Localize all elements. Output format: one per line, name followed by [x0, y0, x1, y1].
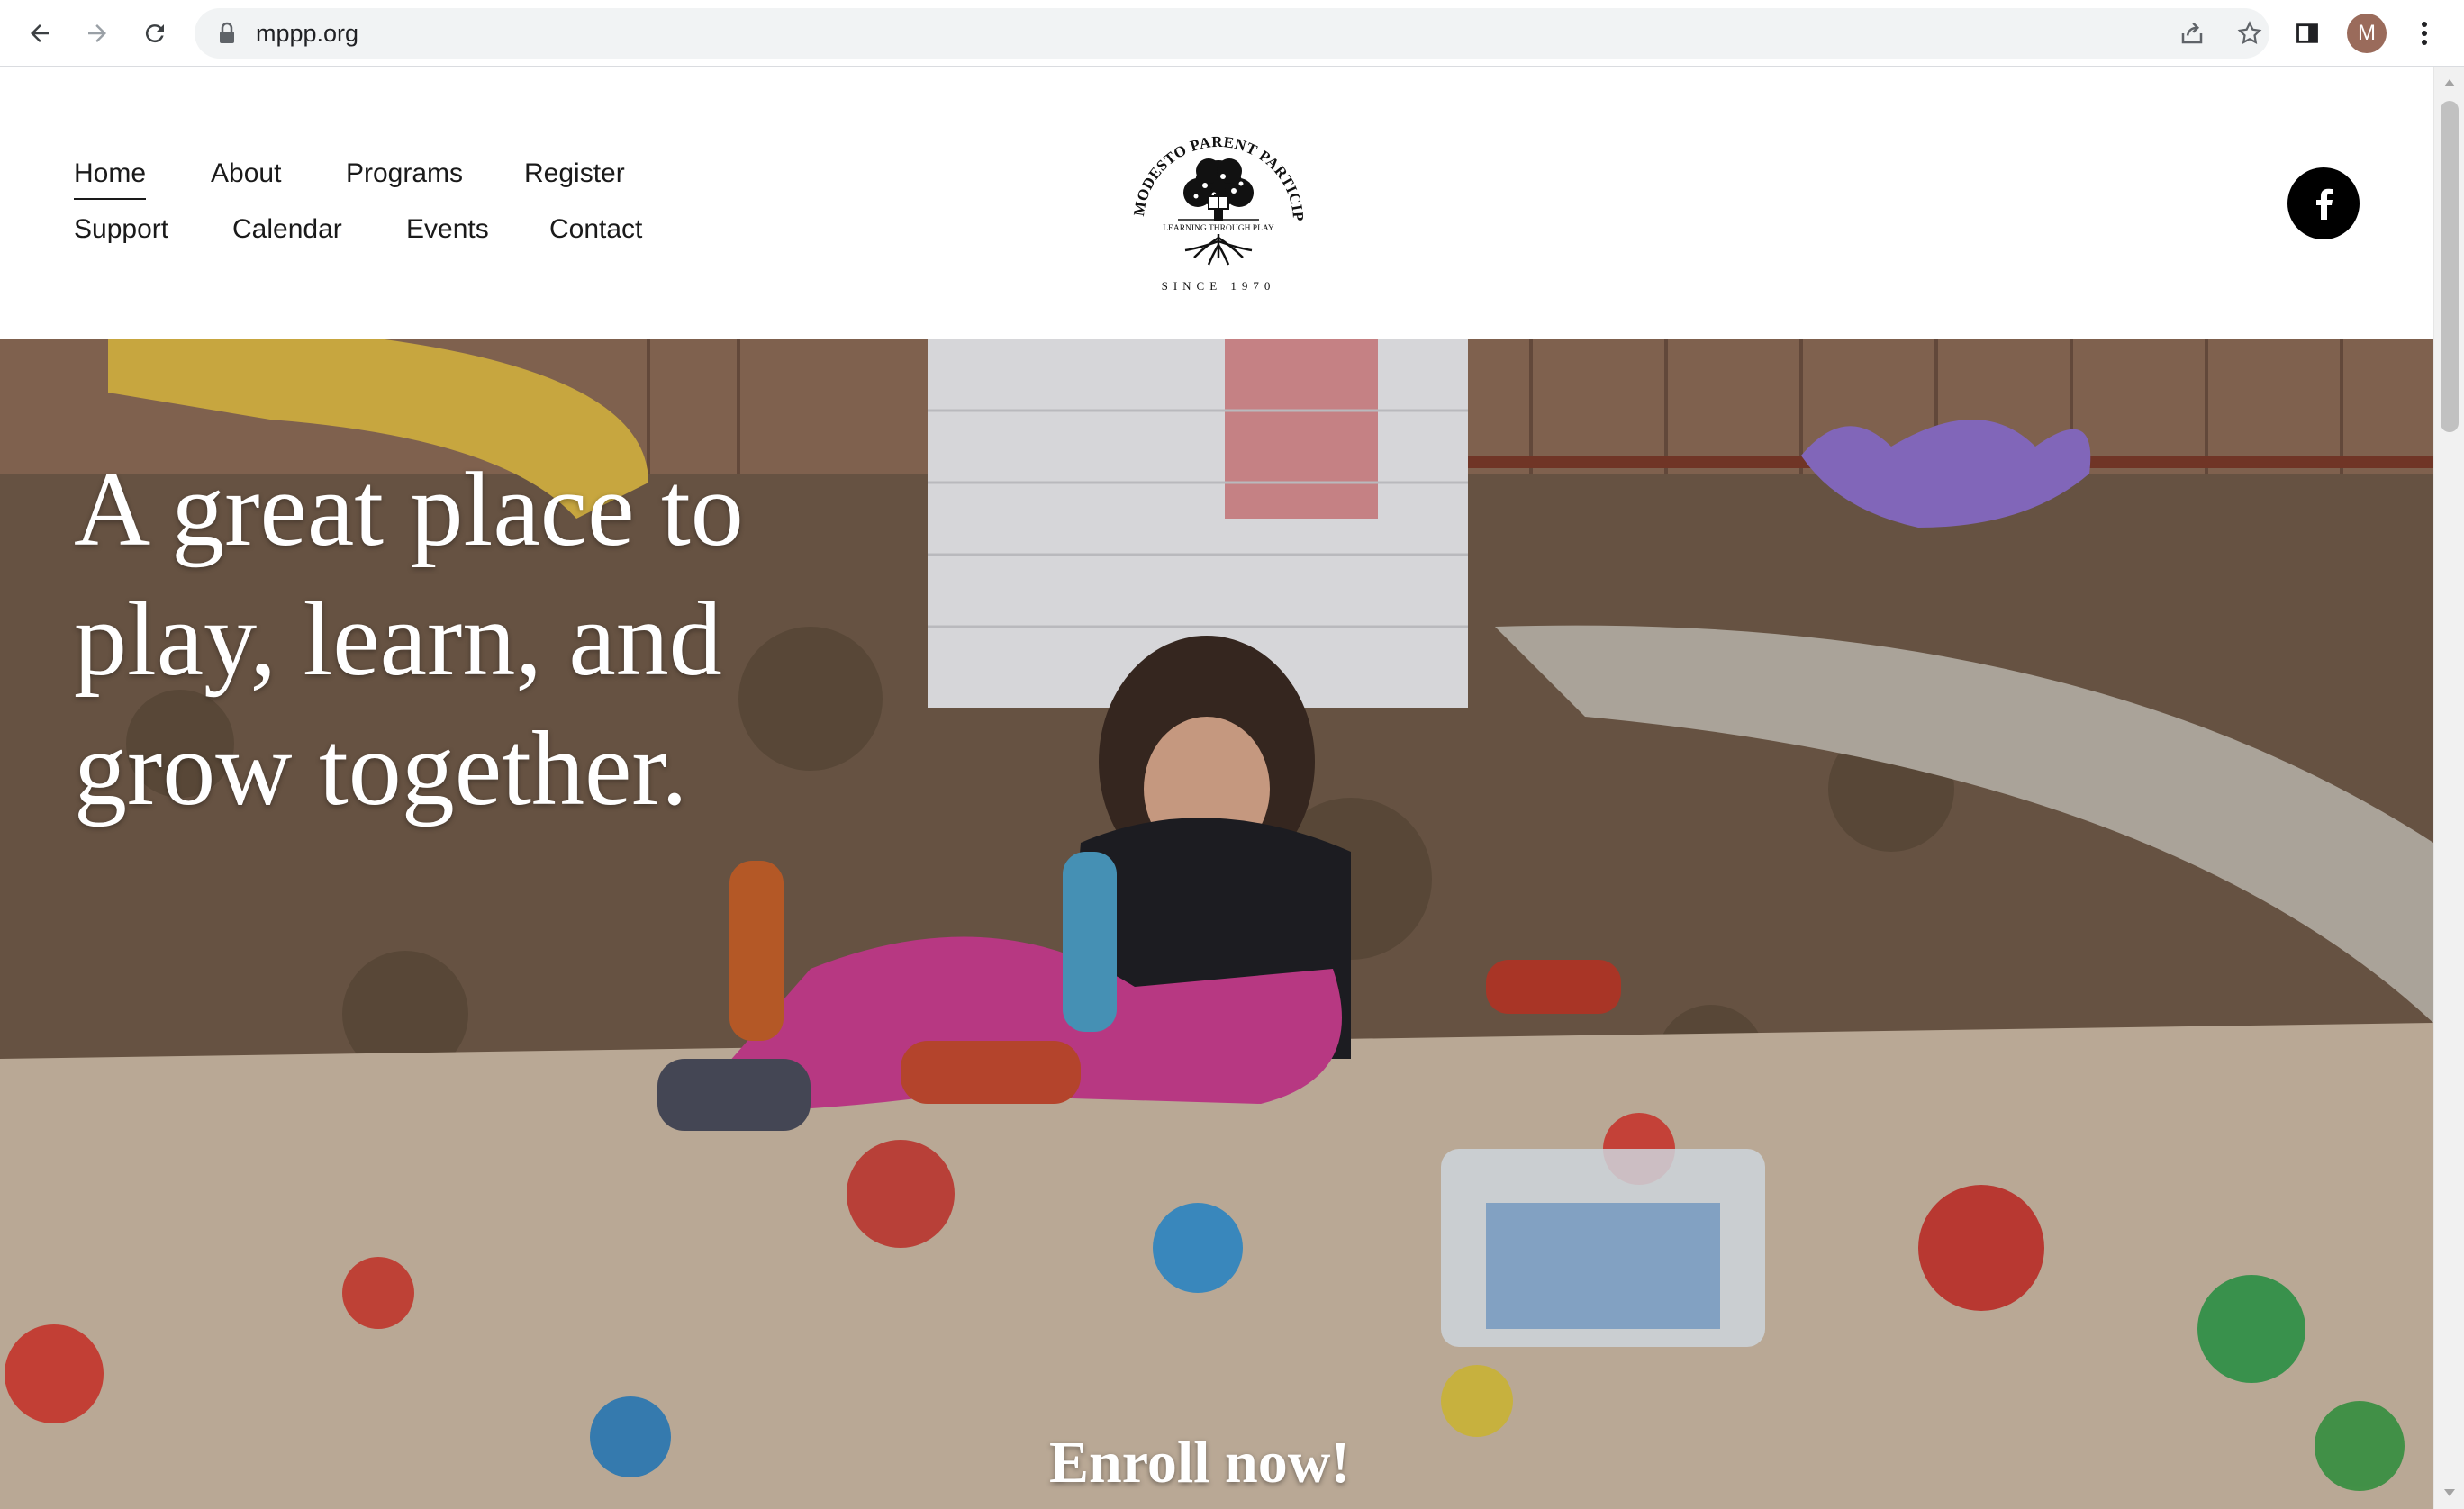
forward-icon[interactable]: [76, 12, 119, 55]
svg-text:SINCE 1970: SINCE 1970: [1162, 279, 1276, 293]
school-logo[interactable]: MODESTO PARENT PARTICIPATION PRE SCHOOL …: [1115, 104, 1322, 312]
side-panel-icon[interactable]: [2289, 15, 2325, 51]
facebook-icon: [2316, 188, 2333, 220]
nav-events[interactable]: Events: [406, 214, 489, 245]
hero-title-line-2: play, learn, and: [74, 580, 722, 698]
nav-programs[interactable]: Programs: [346, 158, 463, 189]
reload-icon[interactable]: [133, 12, 177, 55]
nav-register[interactable]: Register: [524, 158, 625, 189]
hero-section: A great place to play, learn, and grow t…: [0, 339, 2433, 1509]
profile-avatar[interactable]: M: [2347, 14, 2387, 53]
site-header: Home About Programs Register Support Cal…: [0, 67, 2433, 339]
scroll-down-icon[interactable]: [2444, 1489, 2455, 1496]
nav-support[interactable]: Support: [74, 214, 168, 245]
scroll-thumb[interactable]: [2441, 101, 2459, 432]
nav-home[interactable]: Home: [74, 158, 147, 200]
svg-text:LEARNING THROUGH PLAY: LEARNING THROUGH PLAY: [1163, 224, 1274, 233]
scroll-up-icon[interactable]: [2444, 79, 2455, 86]
share-icon[interactable]: [2176, 17, 2208, 50]
address-bar[interactable]: mppp.org: [195, 8, 2269, 59]
lock-icon[interactable]: [218, 22, 236, 50]
browser-toolbar: mppp.org M: [0, 0, 2464, 67]
facebook-button[interactable]: [2287, 167, 2360, 239]
page-scrollbar[interactable]: [2433, 67, 2464, 1509]
enroll-now-heading[interactable]: Enroll now!: [1049, 1429, 1350, 1497]
nav-about[interactable]: About: [211, 158, 281, 189]
star-icon[interactable]: [2233, 17, 2266, 50]
back-icon[interactable]: [18, 12, 61, 55]
hero-title: A great place to play, learn, and grow t…: [74, 445, 974, 834]
url-text[interactable]: mppp.org: [256, 8, 358, 59]
nav-contact[interactable]: Contact: [549, 214, 642, 245]
hero-title-line-3: grow together.: [74, 709, 688, 827]
hero-title-line-1: A great place to: [74, 450, 744, 568]
menu-icon[interactable]: [2406, 15, 2442, 51]
nav-calendar[interactable]: Calendar: [232, 214, 342, 245]
